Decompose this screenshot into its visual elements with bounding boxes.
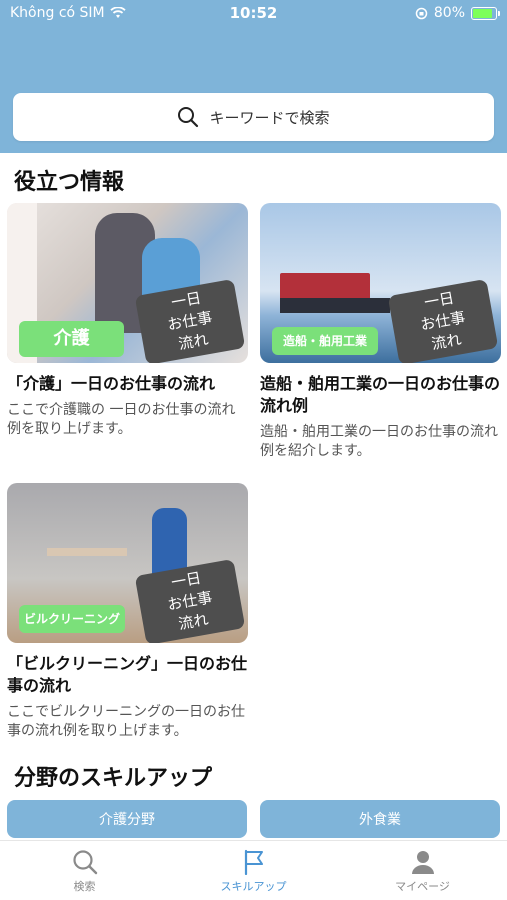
tab-my-page[interactable]: マイページ <box>338 841 507 900</box>
card-description: 造船・舶用工業の一日のお仕事の流れ例を紹介します。 <box>260 424 498 459</box>
card-tag: ビルクリーニング <box>19 605 125 633</box>
card-description: ここでビルクリーニングの一日のお仕事の流れ例を取り上げます。 <box>7 704 245 739</box>
battery-icon <box>471 6 500 20</box>
card-title: 「介護」一日のお仕事の流れ <box>7 374 216 393</box>
card-title: 「ビルクリーニング」一日のお仕事の流れ <box>7 654 248 695</box>
section-title-useful-info: 役立つ情報 <box>14 170 125 195</box>
tab-skill-up[interactable]: スキルアップ <box>169 841 338 900</box>
skill-field-kaigo-button[interactable]: 介護分野 <box>7 800 247 838</box>
info-card-shipbuilding[interactable]: 造船・舶用工業 一日 お仕事 流れ 造船・舶用工業の一日のお仕事の流れ例 造船・… <box>260 203 501 461</box>
card-image: ビルクリーニング 一日 お仕事 流れ <box>7 483 248 643</box>
tab-bar: 検索 スキルアップ マイページ <box>0 840 507 900</box>
info-card-building-cleaning[interactable]: ビルクリーニング 一日 お仕事 流れ 「ビルクリーニング」一日のお仕事の流れ こ… <box>7 483 248 741</box>
orientation-lock-icon <box>415 7 428 19</box>
card-description: ここで介護職の 一日のお仕事の流れ例を取り上げます。 <box>7 402 236 437</box>
card-tag: 介護 <box>19 321 124 357</box>
card-tag: 造船・舶用工業 <box>272 327 378 355</box>
tab-search[interactable]: 検索 <box>0 841 169 900</box>
card-board: 一日 お仕事 流れ <box>387 278 499 363</box>
card-image: 介護 一日 お仕事 流れ <box>7 203 248 363</box>
flag-icon <box>244 849 263 875</box>
card-title: 造船・舶用工業の一日のお仕事の流れ例 <box>260 374 501 415</box>
search-icon <box>72 850 97 875</box>
search-icon <box>178 107 199 128</box>
skill-field-food-service-button[interactable]: 外食業 <box>260 800 500 838</box>
section-title-skill-up: 分野のスキルアップ <box>14 766 213 791</box>
search-placeholder: キーワードで検索 <box>209 108 330 127</box>
card-image: 造船・舶用工業 一日 お仕事 流れ <box>260 203 501 363</box>
tab-label: マイページ <box>395 880 450 893</box>
person-icon <box>411 851 434 874</box>
battery-percent: 80% <box>433 5 465 21</box>
tab-label: 検索 <box>73 880 96 893</box>
app-header: Không có SIM 10:52 80% キーワードで検索 <box>0 0 507 153</box>
search-bar[interactable]: キーワードで検索 <box>13 93 494 141</box>
status-right: 80% <box>415 5 500 21</box>
info-card-kaigo[interactable]: 介護 一日 お仕事 流れ 「介護」一日のお仕事の流れ ここで介護職の 一日のお仕… <box>7 203 248 439</box>
tab-label: スキルアップ <box>220 880 287 893</box>
status-bar: Không có SIM 10:52 80% <box>0 0 507 28</box>
